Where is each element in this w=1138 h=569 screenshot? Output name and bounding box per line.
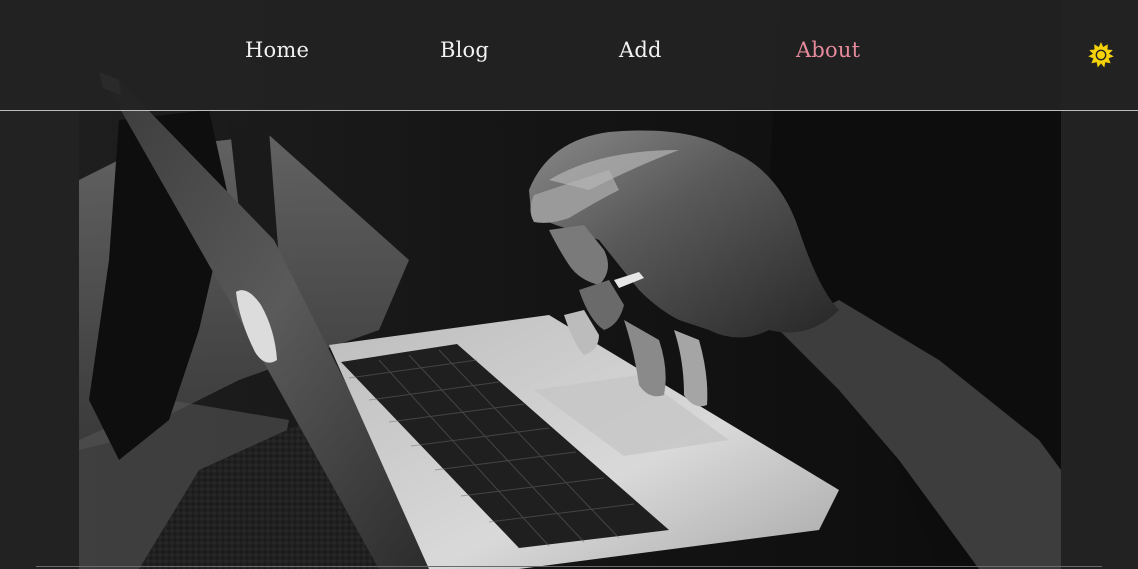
nav-about-link[interactable]: About — [796, 38, 860, 62]
top-navbar: Home Blog Add About — [0, 0, 1138, 111]
nav-add-link[interactable]: Add — [619, 38, 662, 62]
bottom-divider — [36, 566, 1102, 567]
nav-blog-link[interactable]: Blog — [440, 38, 489, 62]
sun-icon — [1088, 42, 1114, 68]
nav-home-link[interactable]: Home — [245, 38, 309, 62]
page: Home Blog Add About — [0, 0, 1138, 569]
theme-toggle-button[interactable] — [1087, 41, 1115, 69]
